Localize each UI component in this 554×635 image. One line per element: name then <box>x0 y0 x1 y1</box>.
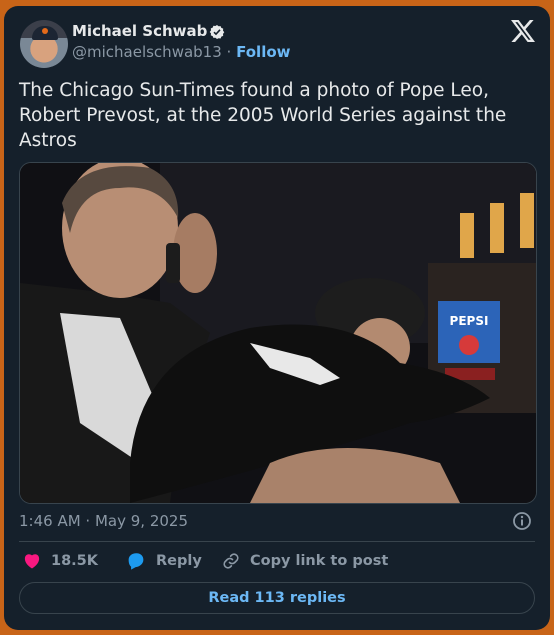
handle-line: @michaelschwab13 · Follow <box>72 43 291 61</box>
verified-badge-icon <box>209 25 225 39</box>
copy-link-label: Copy link to post <box>250 553 389 569</box>
avatar-cap-logo <box>42 28 48 34</box>
likes-count: 18.5K <box>51 552 99 569</box>
copy-link-button[interactable]: Copy link to post <box>222 552 388 570</box>
pepsi-sign-text: PEPSI <box>450 314 489 328</box>
author-avatar[interactable] <box>20 20 68 68</box>
link-icon <box>223 553 239 569</box>
x-logo-icon[interactable] <box>511 20 535 42</box>
follow-button[interactable]: Follow <box>236 43 290 61</box>
author-handle[interactable]: @michaelschwab13 <box>72 43 222 61</box>
info-icon[interactable] <box>512 511 532 531</box>
author-name[interactable]: Michael Schwab <box>72 22 207 40</box>
read-replies-button[interactable]: Read 113 replies <box>19 582 535 614</box>
photo-image: PEPSI <box>20 163 536 503</box>
divider <box>19 541 535 542</box>
heart-icon <box>24 554 40 569</box>
reply-bubble-icon <box>128 553 144 570</box>
handle-separator: · <box>226 43 232 61</box>
tweet-card: Michael Schwab @michaelschwab13 · Follow… <box>4 6 550 630</box>
reply-label: Reply <box>156 553 202 569</box>
tweet-photo[interactable]: PEPSI <box>19 162 537 504</box>
tweet-timestamp[interactable]: 1:46 AM · May 9, 2025 <box>19 512 188 530</box>
like-button[interactable]: 18.5K <box>23 552 98 569</box>
tweet-text: The Chicago Sun-Times found a photo of P… <box>19 80 507 151</box>
reply-button[interactable]: Reply <box>126 552 202 570</box>
